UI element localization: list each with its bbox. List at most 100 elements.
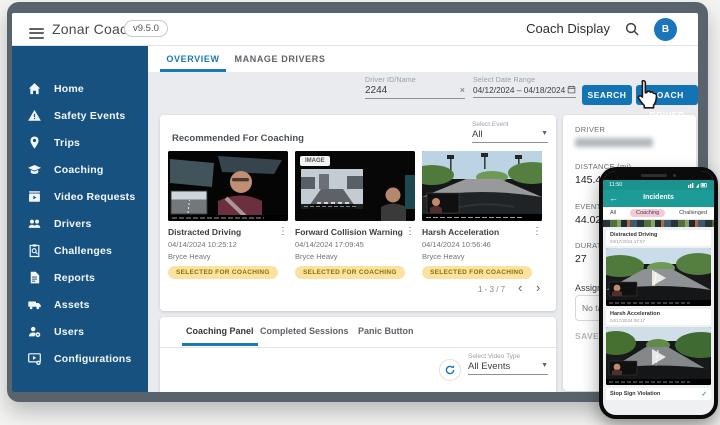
- event-datetime: 04/14/2024 17:09:45: [295, 240, 364, 249]
- phone-screen: 11:50 ← Incidents All Coaching Challenge…: [603, 171, 714, 415]
- kebab-menu-icon[interactable]: ⋮: [278, 227, 288, 237]
- sidebar-item-label: Reports: [54, 271, 96, 284]
- sidebar-item-label: Challenges: [54, 244, 113, 257]
- pagination-next-icon[interactable]: ›: [536, 280, 540, 295]
- tab-panic-button[interactable]: Panic Button: [358, 326, 414, 336]
- event-driver: Bryce Heavy: [295, 252, 338, 261]
- phone-incident-2[interactable]: Harsh Acceleration 04/17/2024 08:17: [606, 309, 711, 325]
- tab-overview[interactable]: OVERVIEW: [160, 46, 226, 72]
- sidebar-item-users[interactable]: Users: [12, 318, 148, 345]
- sidebar-item-reports[interactable]: Reports: [12, 264, 148, 291]
- event-title: Forward Collision Warning: [295, 227, 403, 237]
- truck-icon: [28, 301, 41, 310]
- event-video-thumbnail-1[interactable]: [168, 151, 288, 221]
- phone-incident-3[interactable]: Stop Sign Violation ✓: [606, 388, 711, 400]
- incident-title: Harsh Acceleration: [610, 311, 660, 317]
- driver-id-field[interactable]: Driver ID/Name 2244 ×: [365, 77, 465, 99]
- pagination-prev-icon[interactable]: ‹: [518, 280, 522, 295]
- phone-status-icons: [688, 183, 707, 188]
- select-event-dropdown[interactable]: Select Event All ▼: [472, 121, 548, 143]
- clear-icon[interactable]: ×: [460, 85, 465, 95]
- event-driver: Bryce Heavy: [168, 252, 211, 261]
- phone-video-1[interactable]: [606, 248, 711, 306]
- select-event-label: Select Event: [472, 121, 509, 128]
- calendar-icon[interactable]: [567, 85, 576, 94]
- phone-tab-coaching[interactable]: Coaching: [630, 209, 666, 217]
- phone-incident-1[interactable]: Distracted Driving 04/17/2024 17:57: [606, 230, 711, 246]
- event-title: Harsh Acceleration: [422, 227, 500, 237]
- event-card-2-meta: Forward Collision Warning ⋮ 04/14/2024 17…: [295, 227, 415, 279]
- event-video-thumbnail-3[interactable]: [422, 151, 542, 221]
- sidebar-item-label: Coaching: [54, 163, 104, 176]
- sidebar-item-drivers[interactable]: Drivers: [12, 210, 148, 237]
- select-video-type-label: Select Video Type: [468, 353, 521, 360]
- sidebar-item-label: Trips: [54, 136, 81, 149]
- app-title: Zonar Coach: [52, 21, 136, 37]
- phone-filmstrip[interactable]: [603, 220, 714, 227]
- select-video-type-value[interactable]: All Events ▼: [468, 360, 548, 375]
- sidebar-item-home[interactable]: Home: [12, 75, 148, 102]
- select-event-value[interactable]: All ▼: [472, 128, 548, 143]
- sidebar-item-configurations[interactable]: Configurations: [12, 345, 148, 372]
- phone-tab-all[interactable]: All: [610, 210, 616, 216]
- sidebar-item-video-requests[interactable]: Video Requests: [12, 183, 148, 210]
- challenge-check-icon: ✓: [701, 391, 707, 398]
- app-header: Zonar Coach v9.5.0 Coach Display B: [12, 13, 698, 46]
- phone-tab-challenged[interactable]: Challenged: [679, 210, 707, 216]
- sidebar-item-trips[interactable]: Trips: [12, 129, 148, 156]
- kebab-menu-icon[interactable]: ⋮: [532, 227, 542, 237]
- sidebar-item-label: Configurations: [54, 352, 132, 365]
- sidebar-item-assets[interactable]: Assets: [12, 291, 148, 318]
- sidebar-item-safety-events[interactable]: Safety Events: [12, 102, 148, 129]
- phone-time: 11:50: [609, 182, 623, 188]
- coaching-panel-card: Coaching Panel Completed Sessions Panic …: [160, 317, 556, 392]
- phone-video-2[interactable]: [606, 327, 711, 385]
- event-video-thumbnail-2[interactable]: IMAGE: [295, 151, 415, 221]
- tab-coaching-panel[interactable]: Coaching Panel: [182, 326, 258, 346]
- kebab-menu-icon[interactable]: ⋮: [405, 227, 415, 237]
- avatar[interactable]: B: [654, 18, 677, 41]
- sidebar-item-coaching[interactable]: Coaching: [12, 156, 148, 183]
- event-card-3-meta: Harsh Acceleration ⋮ 04/14/2024 10:56:46 …: [422, 227, 542, 279]
- incident-title: Distracted Driving: [610, 232, 658, 238]
- image-tag: IMAGE: [300, 156, 330, 166]
- phone-camera: [673, 174, 676, 177]
- search-icon[interactable]: [624, 21, 640, 37]
- date-range-value[interactable]: 04/12/2024 – 04/18/2024: [473, 84, 576, 98]
- phone-speaker: [641, 174, 667, 177]
- event-title: Distracted Driving: [168, 227, 242, 237]
- clipboard-search-icon: [29, 244, 40, 258]
- sidebar-item-label: Home: [54, 82, 84, 95]
- tab-manage-drivers[interactable]: MANAGE DRIVERS: [232, 46, 328, 72]
- phone-header: ← Incidents: [603, 190, 714, 207]
- recommended-coaching-card: Recommended For Coaching [data-name="rec…: [160, 115, 556, 311]
- incident-date: 04/17/2024 08:17: [610, 318, 646, 323]
- search-button[interactable]: SEARCH: [582, 85, 632, 105]
- user-gear-icon: [28, 326, 41, 338]
- event-datetime: 04/14/2024 10:56:46: [422, 240, 491, 249]
- phone-tabs: All Coaching Challenged: [603, 207, 714, 220]
- date-range-label: Select Date Range: [473, 77, 536, 84]
- hand-cursor: [637, 79, 658, 109]
- driver-id-value[interactable]: 2244 ×: [365, 84, 465, 99]
- main-tabbar: OVERVIEW MANAGE DRIVERS: [148, 46, 698, 72]
- sidebar-item-challenges[interactable]: Challenges: [12, 237, 148, 264]
- sidebar-item-label: Safety Events: [54, 109, 126, 122]
- phone-mockup: 11:50 ← Incidents All Coaching Challenge…: [599, 167, 718, 419]
- status-badge: SELECTED FOR COACHING: [422, 266, 532, 279]
- phone-road-image: [606, 327, 711, 385]
- tab-completed-sessions[interactable]: Completed Sessions: [260, 326, 349, 336]
- date-range-field[interactable]: Select Date Range 04/12/2024 – 04/18/202…: [473, 77, 576, 98]
- refresh-button[interactable]: [439, 359, 461, 381]
- event-driver: Bryce Heavy: [422, 252, 465, 261]
- select-video-type-dropdown[interactable]: Select Video Type All Events ▼: [468, 353, 548, 375]
- driver-label: DRIVER: [575, 125, 606, 134]
- app-screen: Zonar Coach v9.5.0 Coach Display B Home …: [12, 13, 698, 392]
- event-datetime: 04/14/2024 10:25:12: [168, 240, 237, 249]
- sidebar-item-label: Assets: [54, 298, 90, 311]
- menu-icon[interactable]: [29, 25, 44, 41]
- chevron-down-icon: ▼: [541, 130, 548, 137]
- driver-id-label: Driver ID/Name: [365, 77, 417, 84]
- sidebar-item-label: Drivers: [54, 217, 92, 230]
- pagination-range: 1 - 3 / 7: [478, 285, 506, 294]
